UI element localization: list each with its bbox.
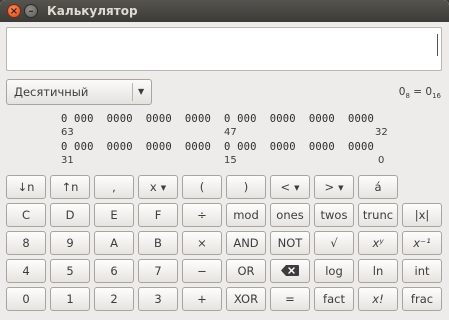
comma-button[interactable]: , [94,175,134,199]
bit-label-63: 63 [61,127,74,138]
digit-7-button[interactable]: 7 [138,259,178,283]
reciprocal-button[interactable]: x⁻¹ [402,231,442,255]
digit-c-button[interactable]: C [6,203,46,227]
digit-5-button[interactable]: 5 [50,259,90,283]
bit-label-32: 32 [375,127,388,138]
digit-e-button[interactable]: E [94,203,134,227]
add-button[interactable]: + [182,287,222,311]
bit-row-high[interactable]: 0 000 0000 0000 0000 0 000 0000 0000 000… [61,113,374,125]
less-than-dropdown-button[interactable]: < ▼ [270,175,310,199]
xor-button[interactable]: XOR [226,287,266,311]
not-button[interactable]: NOT [270,231,310,255]
digit-d-button[interactable]: D [50,203,90,227]
bit-row-low[interactable]: 0 000 0000 0000 0000 0 000 0000 0000 000… [61,141,374,153]
base-conversion-label: 08 = 016 [398,86,441,101]
chevron-down-icon: ▼ [160,184,167,192]
open-paren-button[interactable]: ( [182,175,222,199]
digit-4-button[interactable]: 4 [6,259,46,283]
backspace-button[interactable] [270,259,310,283]
calculator-display[interactable] [6,27,442,71]
close-button[interactable]: × [7,4,21,18]
truncate-button[interactable]: trunc [358,203,398,227]
and-button[interactable]: AND [226,231,266,255]
subscript-dropdown-button[interactable]: x ▼ [138,175,178,199]
minimize-button[interactable]: – [24,4,38,18]
backspace-icon [281,265,299,276]
mod-button[interactable]: mod [226,203,266,227]
digit-b-button[interactable]: B [138,231,178,255]
subtract-button[interactable]: − [182,259,222,283]
digit-1-button[interactable]: 1 [50,287,90,311]
bit-label-47: 47 [224,127,237,138]
twos-complement-button[interactable]: twos [314,203,354,227]
square-root-button[interactable]: √ [314,231,354,255]
digit-6-button[interactable]: 6 [94,259,134,283]
close-paren-button[interactable]: ) [226,175,266,199]
fact-button[interactable]: fact [314,287,354,311]
number-base-value: Десятичный [14,85,89,99]
chevron-down-icon: ▼ [138,87,145,96]
greater-than-label: > [324,180,335,194]
shift-right-button[interactable]: ↓n [6,175,46,199]
equals-button[interactable]: = [270,287,310,311]
subscript-label: x [149,180,157,194]
chevron-down-icon: ▼ [294,184,300,192]
digit-0-button[interactable]: 0 [6,287,46,311]
digit-8-button[interactable]: 8 [6,231,46,255]
factorial-button[interactable]: x! [358,287,398,311]
ln-button[interactable]: ln [358,259,398,283]
multiply-button[interactable]: × [182,231,222,255]
absolute-value-button[interactable]: |x| [402,203,442,227]
digit-a-button[interactable]: A [94,231,134,255]
digit-9-button[interactable]: 9 [50,231,90,255]
greater-than-dropdown-button[interactable]: > ▼ [314,175,354,199]
bit-label-0: 0 [378,155,385,166]
bit-label-15: 15 [224,155,237,166]
calculator-window: × – Калькулятор Десятичный ▼ 08 = 016 0 … [0,0,449,320]
title-bar: × – Калькулятор [0,0,449,22]
shift-left-button[interactable]: ↑n [50,175,90,199]
power-button[interactable]: xʸ [358,231,398,255]
text-cursor [437,34,438,56]
ones-complement-button[interactable]: ones [270,203,310,227]
digit-2-button[interactable]: 2 [94,287,134,311]
divide-button[interactable]: ÷ [182,203,222,227]
frac-button[interactable]: frac [402,287,442,311]
less-than-label: < [280,180,291,194]
combo-separator [132,83,133,101]
character-button[interactable]: á [358,175,398,199]
digit-3-button[interactable]: 3 [138,287,178,311]
number-base-select[interactable]: Десятичный ▼ [6,79,152,105]
digit-f-button[interactable]: F [138,203,178,227]
int-button[interactable]: int [402,259,442,283]
log-button[interactable]: log [314,259,354,283]
or-button[interactable]: OR [226,259,266,283]
window-title: Калькулятор [47,4,138,18]
chevron-down-icon: ▼ [338,184,344,192]
bit-label-31: 31 [61,155,74,166]
